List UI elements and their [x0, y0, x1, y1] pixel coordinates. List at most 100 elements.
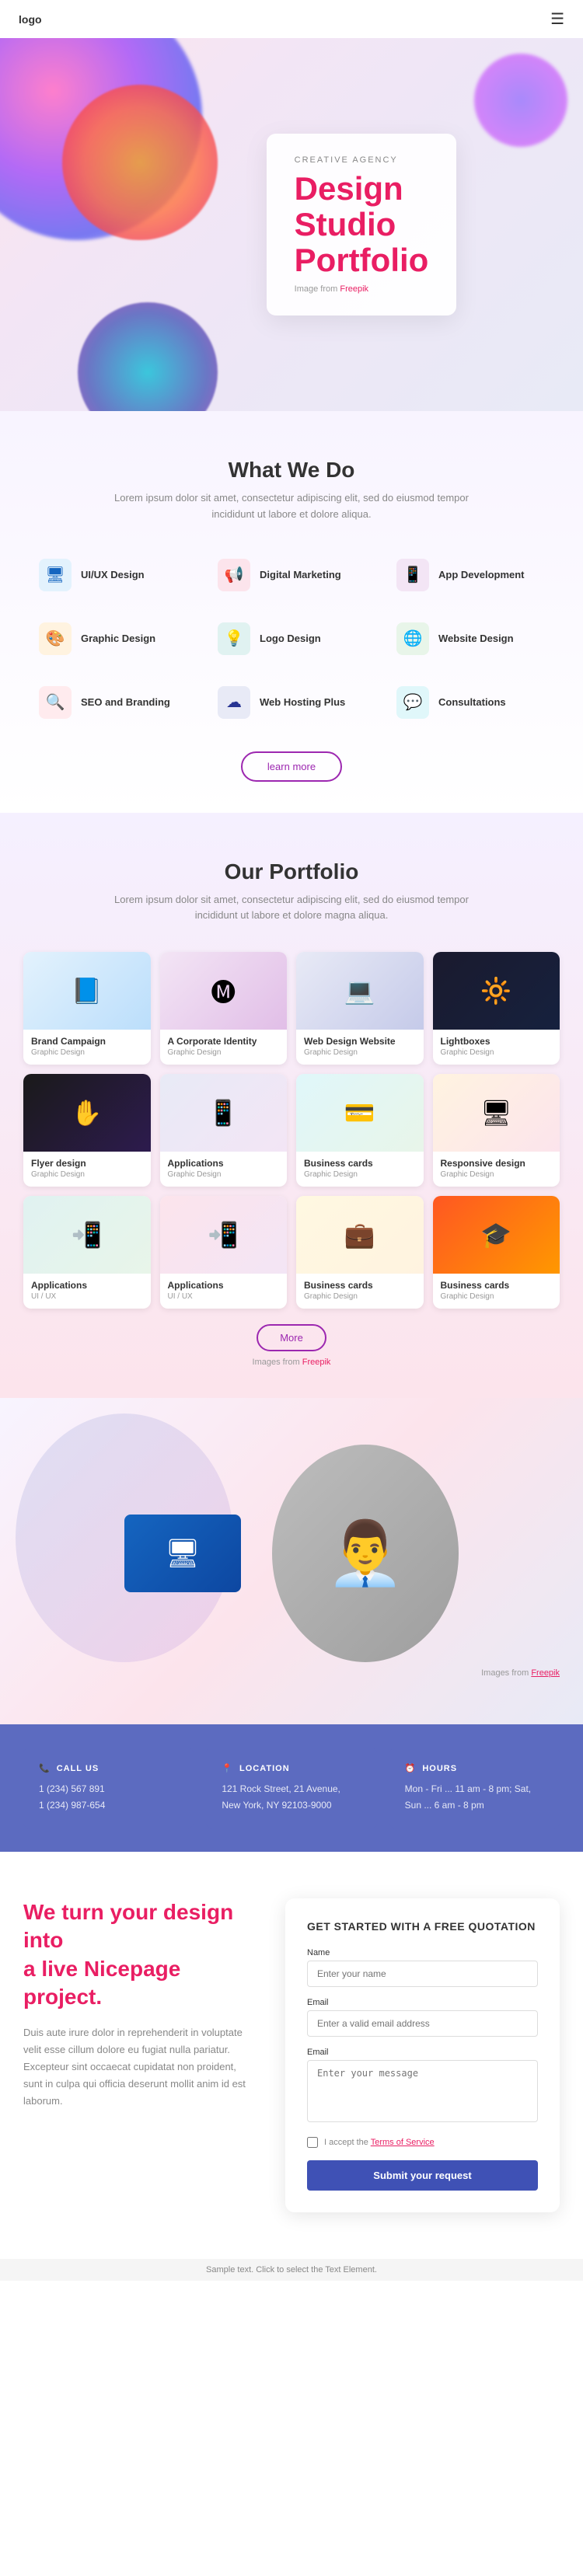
portfolio-info: Business cards Graphic Design [433, 1274, 560, 1309]
hero-freepik-link[interactable]: Freepik [340, 284, 368, 294]
portfolio-thumb-icon: 💻 [344, 976, 375, 1006]
contact-icon: ⏰ [405, 1763, 417, 1773]
more-button-wrap: More [23, 1324, 560, 1351]
hamburger-menu[interactable]: ☰ [550, 9, 564, 29]
quote-form-card: GET STARTED WITH A FREE QUOTATION Name E… [285, 1898, 560, 2212]
team-person-photo: 👨‍💼 [272, 1445, 459, 1662]
service-item: 🎨 Graphic Design [31, 615, 194, 663]
portfolio-category: Graphic Design [168, 1048, 280, 1057]
team-image-credit: Images from Freepik [23, 1668, 560, 1678]
footer-sample-text: Sample text. Click to select the Text El… [0, 2259, 583, 2281]
portfolio-thumbnail: 📘 [23, 952, 151, 1030]
portfolio-name: Business cards [441, 1280, 553, 1291]
service-item: 💡 Logo Design [210, 615, 373, 663]
portfolio-thumb-icon: 🎓 [480, 1220, 511, 1250]
portfolio-item[interactable]: ✋ Flyer design Graphic Design [23, 1074, 151, 1187]
what-we-do-title: What We Do [31, 458, 552, 483]
portfolio-name: Business cards [304, 1280, 416, 1291]
form-terms-checkbox[interactable] [307, 2137, 318, 2148]
portfolio-category: Graphic Design [168, 1170, 280, 1179]
portfolio-item[interactable]: 💻 Web Design Website Graphic Design [296, 952, 424, 1065]
contact-box-title: ⏰ HOURS [405, 1763, 544, 1773]
form-email-input[interactable] [307, 2010, 538, 2037]
portfolio-item[interactable]: 💼 Business cards Graphic Design [296, 1196, 424, 1309]
portfolio-freepik-link[interactable]: Freepik [302, 1358, 331, 1367]
service-icon: 🖥 [39, 559, 72, 591]
portfolio-info: Flyer design Graphic Design [23, 1152, 151, 1187]
service-label: Web Hosting Plus [260, 696, 345, 708]
portfolio-item[interactable]: 📘 Brand Campaign Graphic Design [23, 952, 151, 1065]
form-title: GET STARTED WITH A FREE QUOTATION [307, 1920, 538, 1933]
portfolio-item[interactable]: 📱 Applications Graphic Design [160, 1074, 288, 1187]
portfolio-category: Graphic Design [441, 1048, 553, 1057]
team-freepik-link[interactable]: Freepik [531, 1668, 560, 1678]
portfolio-thumbnail: 💳 [296, 1074, 424, 1152]
portfolio-thumb-icon: 💳 [344, 1098, 375, 1128]
hero-agency-label: CREATIVE AGENCY [295, 155, 429, 165]
portfolio-title: Our Portfolio [23, 859, 560, 884]
team-section: 🖥 👨‍💼 Images from Freepik [0, 1398, 583, 1724]
portfolio-thumbnail: 💻 [296, 952, 424, 1030]
portfolio-info: Business cards Graphic Design [296, 1274, 424, 1309]
portfolio-item[interactable]: 📲 Applications UI / UX [23, 1196, 151, 1309]
portfolio-thumbnail: 📲 [23, 1196, 151, 1274]
portfolio-thumbnail: 💼 [296, 1196, 424, 1274]
logo: logo [19, 13, 42, 26]
portfolio-thumb-icon: 🖥 [480, 1098, 512, 1128]
service-item: 📱 App Development [389, 551, 552, 599]
portfolio-category: Graphic Design [441, 1170, 553, 1179]
portfolio-info: Responsive design Graphic Design [433, 1152, 560, 1187]
form-email-group: Email [307, 1998, 538, 2037]
form-message-textarea[interactable] [307, 2060, 538, 2122]
contact-icon: 📞 [39, 1763, 51, 1773]
service-icon: 🎨 [39, 622, 72, 655]
portfolio-category: Graphic Design [31, 1048, 143, 1057]
portfolio-name: Applications [31, 1280, 143, 1291]
portfolio-thumb-icon: 🔆 [480, 976, 511, 1006]
portfolio-item[interactable]: 🅜 A Corporate Identity Graphic Design [160, 952, 288, 1065]
form-name-label: Name [307, 1948, 538, 1957]
service-icon: 💬 [396, 686, 429, 719]
hero-title-line1: Design [295, 171, 429, 207]
portfolio-item[interactable]: 🎓 Business cards Graphic Design [433, 1196, 560, 1309]
learn-more-button[interactable]: learn more [241, 751, 342, 782]
service-label: App Development [438, 569, 525, 580]
hero-image-credit: Image from Freepik [295, 284, 429, 294]
hero-section: CREATIVE AGENCY Design Studio Portfolio … [0, 38, 583, 411]
blob-decoration-2 [62, 85, 218, 240]
terms-link[interactable]: Terms of Service [371, 2138, 435, 2147]
form-name-input[interactable] [307, 1961, 538, 1987]
portfolio-info: Business cards Graphic Design [296, 1152, 424, 1187]
portfolio-thumb-icon: 💼 [344, 1220, 375, 1250]
portfolio-item[interactable]: 🔆 Lightboxes Graphic Design [433, 952, 560, 1065]
service-icon: 📱 [396, 559, 429, 591]
contact-line: 1 (234) 567 891 [39, 1781, 178, 1797]
portfolio-info: Applications UI / UX [160, 1274, 288, 1309]
contact-box: ⏰ HOURS Mon - Fri ... 11 am - 8 pm; Sat,… [389, 1748, 560, 1828]
portfolio-item[interactable]: 📲 Applications UI / UX [160, 1196, 288, 1309]
form-message-label: Email [307, 2048, 538, 2057]
service-label: UI/UX Design [81, 569, 145, 580]
service-label: Graphic Design [81, 633, 155, 644]
portfolio-name: Lightboxes [441, 1036, 553, 1047]
contact-icon: 📍 [222, 1763, 233, 1773]
quote-description: Duis aute irure dolor in reprehenderit i… [23, 2024, 254, 2110]
contact-info-section: 📞 CALL US 1 (234) 567 8911 (234) 987-654… [0, 1724, 583, 1852]
more-button[interactable]: More [257, 1324, 326, 1351]
service-icon: 🔍 [39, 686, 72, 719]
submit-button[interactable]: Submit your request [307, 2160, 538, 2191]
portfolio-info: Applications UI / UX [23, 1274, 151, 1309]
portfolio-item[interactable]: 🖥 Responsive design Graphic Design [433, 1074, 560, 1187]
hero-card: CREATIVE AGENCY Design Studio Portfolio … [267, 134, 457, 316]
services-grid: 🖥 UI/UX Design 📢 Digital Marketing 📱 App… [31, 551, 552, 727]
quote-tagline: We turn your design into a live Nicepage… [23, 1898, 254, 2012]
portfolio-image-credit: Images from Freepik [23, 1358, 560, 1367]
portfolio-thumbnail: 🔆 [433, 952, 560, 1030]
portfolio-section: Our Portfolio Lorem ipsum dolor sit amet… [0, 813, 583, 1399]
portfolio-item[interactable]: 💳 Business cards Graphic Design [296, 1074, 424, 1187]
portfolio-thumbnail: 🎓 [433, 1196, 560, 1274]
blob-decoration-4 [474, 54, 567, 147]
blob-decoration-3 [78, 302, 218, 411]
service-icon: 📢 [218, 559, 250, 591]
team-left: 🖥 [124, 1515, 241, 1592]
